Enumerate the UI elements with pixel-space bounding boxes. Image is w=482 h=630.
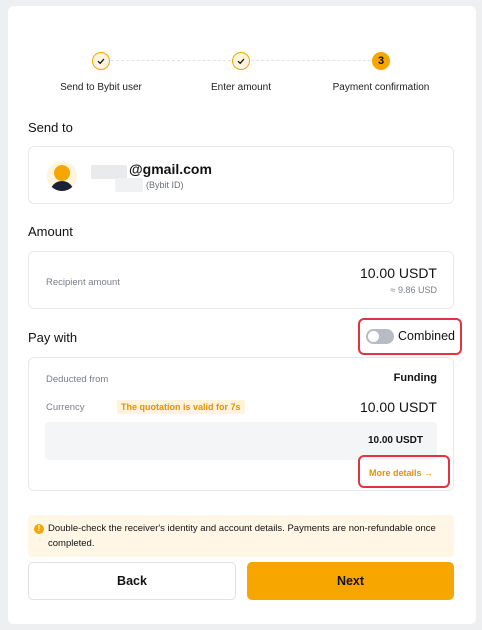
more-details-link[interactable]: More details → bbox=[369, 468, 433, 478]
step-3-number: 3 bbox=[372, 52, 390, 70]
recipient-card: @gmail.com (Bybit ID) bbox=[28, 146, 454, 204]
back-button[interactable]: Back bbox=[28, 562, 236, 600]
amount-card: Recipient amount 10.00 USDT ≈ 9.86 USD bbox=[28, 251, 454, 309]
quotation-badge: The quotation is valid for 7s bbox=[117, 400, 245, 414]
pay-with-title: Pay with bbox=[28, 330, 78, 345]
deducted-from-label: Deducted from bbox=[46, 374, 109, 385]
step-1-check-icon bbox=[92, 52, 110, 70]
amount-title: Amount bbox=[28, 224, 73, 239]
notice-text: Double-check the receiver's identity and… bbox=[48, 523, 436, 549]
redacted-id bbox=[115, 178, 143, 192]
warning-icon: ! bbox=[34, 524, 44, 534]
step-3-label: Payment confirmation bbox=[332, 82, 430, 93]
recipient-amount-label: Recipient amount bbox=[46, 277, 120, 288]
step-connector bbox=[251, 60, 371, 61]
recipient-amount-usd: ≈ 9.86 USD bbox=[390, 285, 437, 295]
currency-label: Currency bbox=[46, 402, 85, 413]
breakdown-value: 10.00 USDT bbox=[367, 435, 423, 446]
avatar bbox=[47, 161, 77, 191]
progress-stepper: 3 Send to Bybit user Enter amount Paymen… bbox=[0, 46, 482, 96]
recipient-amount-value: 10.00 USDT bbox=[359, 265, 437, 281]
step-1-label: Send to Bybit user bbox=[60, 82, 142, 93]
step-2-check-icon bbox=[232, 52, 250, 70]
combined-label: Combined bbox=[398, 329, 455, 343]
warning-notice: ! Double-check the receiver's identity a… bbox=[28, 515, 454, 557]
send-to-title: Send to bbox=[28, 120, 73, 135]
step-2-label: Enter amount bbox=[210, 82, 272, 93]
next-button[interactable]: Next bbox=[247, 562, 454, 600]
deducted-from-value: Funding bbox=[393, 372, 437, 384]
currency-value: 10.00 USDT bbox=[359, 399, 437, 415]
redacted-name bbox=[91, 165, 127, 179]
step-connector bbox=[111, 60, 231, 61]
combined-toggle[interactable] bbox=[366, 329, 394, 344]
recipient-email: @gmail.com bbox=[129, 161, 212, 177]
recipient-bybit-id: (Bybit ID) bbox=[146, 180, 184, 190]
